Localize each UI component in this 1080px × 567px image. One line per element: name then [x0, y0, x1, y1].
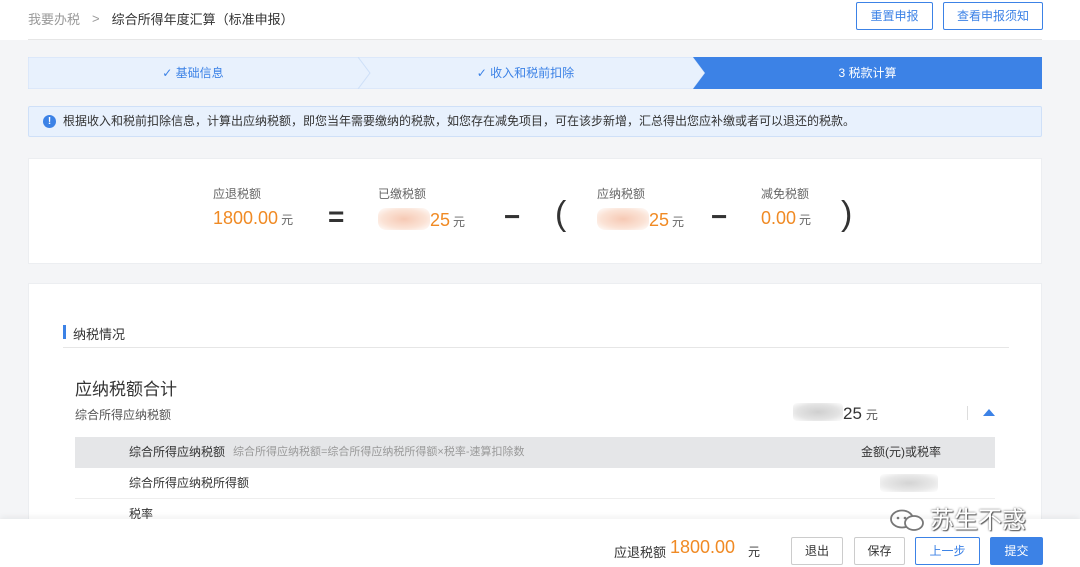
- total-tax-subtitle: 综合所得应纳税额: [75, 408, 172, 422]
- step-progress: ✓ 基础信息 ✓ 收入和税前扣除 3 税款计算: [28, 57, 1042, 89]
- breadcrumb: 我要办税 > 综合所得年度汇算（标准申报）: [28, 9, 294, 28]
- table-header: 综合所得应纳税额 综合所得应纳税额=综合所得应纳税所得额×税率-速算扣除数 金额…: [75, 437, 995, 468]
- header-amount: 金额(元)或税率: [861, 445, 941, 459]
- total-tax-amount: 25: [843, 404, 862, 423]
- footer-refund-unit: 元: [748, 545, 761, 559]
- exit-button[interactable]: 退出: [791, 537, 843, 565]
- header-formula: 综合所得应纳税额=综合所得应纳税所得额×税率-速算扣除数: [233, 446, 525, 458]
- row-name: 综合所得应纳税所得额: [129, 476, 250, 490]
- exempt-unit: 元: [799, 213, 812, 227]
- total-tax-value: 25 元: [793, 403, 878, 424]
- header-divider: [28, 39, 1042, 40]
- watermark: 苏生不惑: [888, 500, 1026, 535]
- header-name: 综合所得应纳税额: [129, 445, 226, 459]
- refund-label: 应退税额: [213, 187, 262, 201]
- wechat-icon: [890, 509, 924, 531]
- footer-refund-label: 应退税额: [614, 545, 667, 560]
- redacted-blur: [793, 403, 843, 421]
- collapse-caret-icon[interactable]: [983, 409, 995, 416]
- exempt-value-wrap: 0.00 元: [761, 208, 811, 229]
- left-paren: (: [555, 195, 567, 233]
- total-tax-unit: 元: [865, 408, 878, 422]
- payable-value: 25: [649, 210, 670, 230]
- paid-value-wrap: 25 元: [378, 208, 465, 231]
- refund-item: 应退税额 1800.00 元: [213, 185, 293, 229]
- refund-value-wrap: 1800.00 元: [213, 208, 293, 229]
- refund-unit: 元: [281, 213, 294, 227]
- view-notice-button[interactable]: 查看申报须知: [943, 2, 1043, 30]
- exempt-item: 减免税额 0.00 元: [761, 185, 811, 229]
- payable-label: 应纳税额: [597, 187, 646, 201]
- paid-unit: 元: [453, 215, 466, 229]
- table-row: 综合所得应纳税所得额: [75, 468, 995, 499]
- footer-refund-amount: 1800.00: [670, 537, 736, 557]
- total-tax-title: 应纳税额合计: [75, 380, 177, 399]
- redacted-blur: [880, 474, 938, 492]
- previous-step-button[interactable]: 上一步: [915, 537, 980, 565]
- watermark-text: 苏生不惑: [930, 506, 1026, 534]
- step-basic-info[interactable]: ✓ 基础信息: [28, 57, 358, 89]
- breadcrumb-home[interactable]: 我要办税: [28, 9, 80, 28]
- paid-label: 已缴税额: [378, 187, 427, 201]
- section-divider: [63, 347, 1009, 348]
- chevron-right-icon: >: [92, 11, 100, 26]
- refund-value: 1800.00: [213, 208, 279, 228]
- info-icon: !: [43, 115, 56, 128]
- section-title: 纳税情况: [63, 324, 125, 343]
- vertical-divider: [967, 406, 968, 420]
- payable-unit: 元: [672, 215, 685, 229]
- step-income-deduction[interactable]: ✓ 收入和税前扣除: [358, 57, 693, 89]
- right-paren: ): [841, 195, 853, 233]
- tax-detail-panel: 纳税情况 应纳税额合计 综合所得应纳税额 25 元 综合所得应纳税额 综合所得应纳…: [28, 283, 1042, 530]
- exempt-label: 减免税额: [761, 187, 810, 201]
- minus-sign: −: [504, 201, 521, 232]
- redacted-blur: [597, 208, 649, 230]
- payable-value-wrap: 25 元: [597, 208, 684, 231]
- paid-value: 25: [430, 210, 451, 230]
- info-notice: ! 根据收入和税前扣除信息，计算出应纳税额，即您当年需要缴纳的税款，如您存在减免…: [28, 106, 1042, 137]
- redacted-blur: [378, 208, 430, 230]
- notice-text: 根据收入和税前扣除信息，计算出应纳税额，即您当年需要缴纳的税款，如您存在减免项目…: [63, 114, 856, 128]
- reset-declaration-button[interactable]: 重置申报: [856, 2, 933, 30]
- payable-item: 应纳税额 25 元: [597, 185, 684, 231]
- paid-item: 已缴税额 25 元: [378, 185, 465, 231]
- page-header: 我要办税 > 综合所得年度汇算（标准申报） 重置申报 查看申报须知: [0, 0, 1080, 40]
- exempt-value: 0.00: [761, 208, 797, 228]
- tax-formula-card: 应退税额 1800.00 元 = 已缴税额 25 元 − ( 应纳税额 25 元 − …: [28, 158, 1042, 264]
- submit-button[interactable]: 提交: [990, 537, 1043, 565]
- tax-detail-table: 综合所得应纳税额 综合所得应纳税额=综合所得应纳税所得额×税率-速算扣除数 金额…: [75, 437, 995, 530]
- equals-sign: =: [328, 201, 345, 232]
- minus-sign: −: [711, 201, 728, 232]
- save-button[interactable]: 保存: [854, 537, 905, 565]
- step-tax-calculation: 3 税款计算: [838, 66, 897, 80]
- page-title: 综合所得年度汇算（标准申报）: [111, 12, 294, 27]
